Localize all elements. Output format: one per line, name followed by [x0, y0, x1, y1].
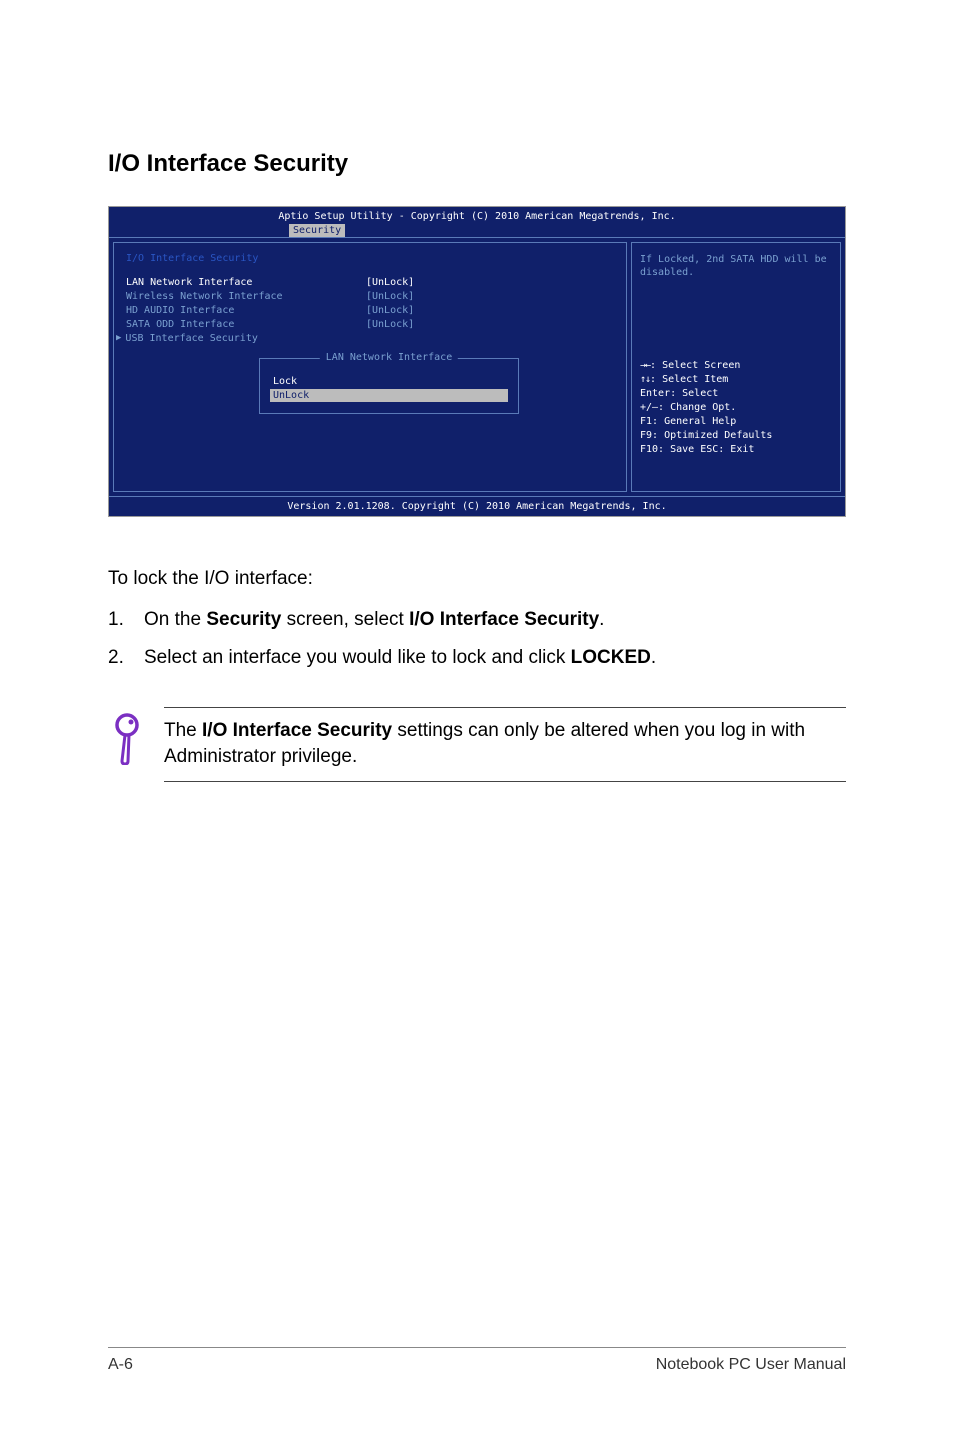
- arrows-lr-icon: →←: [640, 359, 650, 373]
- bios-item-wireless: Wireless Network Interface [UnLock]: [126, 290, 614, 304]
- bios-item-value: [UnLock]: [366, 276, 414, 290]
- key-label: +/—: Change Opt.: [640, 401, 832, 415]
- section-heading: I/O Interface Security: [108, 150, 846, 178]
- bios-popup: LAN Network Interface Lock UnLock: [259, 358, 519, 414]
- bios-key-legend: →←: Select Screen ↑↓: Select Item Enter:…: [640, 359, 832, 457]
- bios-right-panel: If Locked, 2nd SATA HDD will be disabled…: [631, 242, 841, 492]
- bold-text: I/O Interface Security: [409, 609, 599, 630]
- bios-item-usb: ▶ USB Interface Security: [116, 332, 614, 346]
- step-number: 1.: [108, 606, 144, 635]
- text: On the: [144, 609, 206, 630]
- instruction-lead: To lock the I/O interface:: [108, 565, 846, 594]
- bios-popup-option-lock: Lock: [270, 375, 508, 388]
- bios-item-value: [UnLock]: [366, 304, 414, 318]
- bios-item-label: Wireless Network Interface: [126, 290, 366, 304]
- instruction-step-2: 2. Select an interface you would like to…: [108, 644, 846, 673]
- text: Select an interface you would like to lo…: [144, 647, 571, 668]
- bios-screenshot: Aptio Setup Utility - Copyright (C) 2010…: [108, 206, 846, 517]
- bios-item-label: HD AUDIO Interface: [126, 304, 366, 318]
- bold-text: I/O Interface Security: [202, 720, 392, 741]
- bios-footer: Version 2.01.1208. Copyright (C) 2010 Am…: [109, 496, 845, 516]
- bios-item-lan: LAN Network Interface [UnLock]: [126, 276, 614, 290]
- instruction-block: To lock the I/O interface: 1. On the Sec…: [108, 565, 846, 673]
- instruction-step-1: 1. On the Security screen, select I/O In…: [108, 606, 846, 635]
- bios-body: I/O Interface Security LAN Network Inter…: [109, 237, 845, 496]
- bios-item-value: [UnLock]: [366, 290, 414, 304]
- text: screen, select: [281, 609, 409, 630]
- key-label: F1: General Help: [640, 415, 832, 429]
- text: .: [651, 647, 656, 668]
- step-text: Select an interface you would like to lo…: [144, 644, 846, 673]
- text: The: [164, 720, 202, 741]
- bios-item-label: LAN Network Interface: [126, 276, 366, 290]
- magnifying-glass-icon: [108, 707, 164, 770]
- key-label: F9: Optimized Defaults: [640, 429, 832, 443]
- bios-popup-title: LAN Network Interface: [320, 352, 458, 363]
- step-number: 2.: [108, 644, 144, 673]
- page-number: A-6: [108, 1356, 133, 1374]
- page-footer: A-6 Notebook PC User Manual: [108, 1347, 846, 1374]
- key-label: Select Screen: [662, 360, 740, 371]
- text: .: [599, 609, 604, 630]
- key-label: Select Item: [662, 374, 728, 385]
- triangle-right-icon: ▶: [116, 332, 121, 346]
- arrows-ud-icon: ↑↓: [640, 373, 650, 387]
- bios-tab-row: Security: [109, 224, 845, 237]
- bios-left-panel: I/O Interface Security LAN Network Inter…: [113, 242, 627, 492]
- note-text: The I/O Interface Security settings can …: [164, 707, 846, 782]
- step-text: On the Security screen, select I/O Inter…: [144, 606, 846, 635]
- bios-item-label: SATA ODD Interface: [126, 318, 366, 332]
- bios-panel-heading: I/O Interface Security: [126, 253, 614, 264]
- bios-item-label: USB Interface Security: [125, 332, 355, 346]
- bios-item-value: [UnLock]: [366, 318, 414, 332]
- bold-text: LOCKED: [571, 647, 651, 668]
- key-label: Enter: Select: [640, 387, 832, 401]
- bios-item-sata: SATA ODD Interface [UnLock]: [126, 318, 614, 332]
- bios-help-text: If Locked, 2nd SATA HDD will be disabled…: [640, 253, 832, 279]
- note-callout: The I/O Interface Security settings can …: [108, 707, 846, 782]
- bios-tab-security: Security: [289, 224, 345, 237]
- bios-item-hdaudio: HD AUDIO Interface [UnLock]: [126, 304, 614, 318]
- key-label: F10: Save ESC: Exit: [640, 443, 832, 457]
- bios-header: Aptio Setup Utility - Copyright (C) 2010…: [109, 207, 845, 224]
- bold-text: Security: [206, 609, 281, 630]
- manual-title: Notebook PC User Manual: [656, 1356, 846, 1374]
- bios-popup-option-unlock: UnLock: [270, 389, 508, 402]
